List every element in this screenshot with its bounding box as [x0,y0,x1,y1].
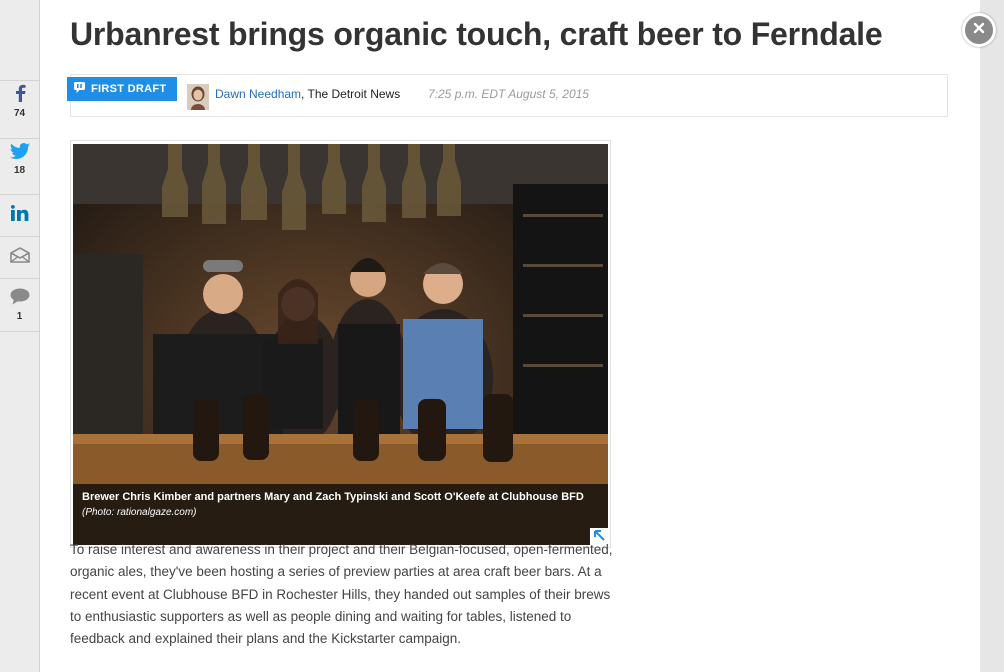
linkedin-share-button[interactable] [0,194,39,235]
photo-credit: (Photo: rationalgaze.com) [82,507,197,518]
speech-bubble-icon [74,80,85,98]
author-line: Dawn Needham, The Detroit News [215,87,400,101]
comment-count: 1 [16,311,23,322]
article-headline: Urbanrest brings organic touch, craft be… [70,16,883,52]
article-body-paragraph: To raise interest and awareness in their… [70,542,613,647]
photo-caption-bar: Brewer Chris Kimber and partners Mary an… [73,484,608,545]
linkedin-icon [10,204,29,226]
comments-button[interactable]: 1 [0,278,39,332]
close-icon [973,21,985,39]
close-button[interactable] [962,13,996,47]
email-share-button[interactable] [0,236,39,277]
publication-name: , The Detroit News [301,87,401,101]
twitter-share-button[interactable]: 18 [0,138,39,179]
author-avatar [187,84,209,110]
article-photo[interactable]: Brewer Chris Kimber and partners Mary an… [73,144,608,545]
facebook-share-count: 74 [13,107,26,119]
email-icon [9,246,30,268]
author-link[interactable]: Dawn Needham [215,87,301,101]
twitter-icon [9,142,30,164]
publish-timestamp: 7:25 p.m. EDT August 5, 2015 [428,87,589,101]
first-draft-badge[interactable]: FIRST DRAFT [67,77,177,101]
comment-icon [10,288,30,310]
photo-caption: Brewer Chris Kimber and partners Mary an… [82,491,584,503]
right-gutter [980,0,1004,672]
twitter-share-count: 18 [13,164,26,176]
facebook-icon [13,84,27,107]
facebook-share-button[interactable]: 74 [0,80,39,121]
share-rail: 74 18 1 [0,0,40,672]
first-draft-label: FIRST DRAFT [91,83,167,95]
